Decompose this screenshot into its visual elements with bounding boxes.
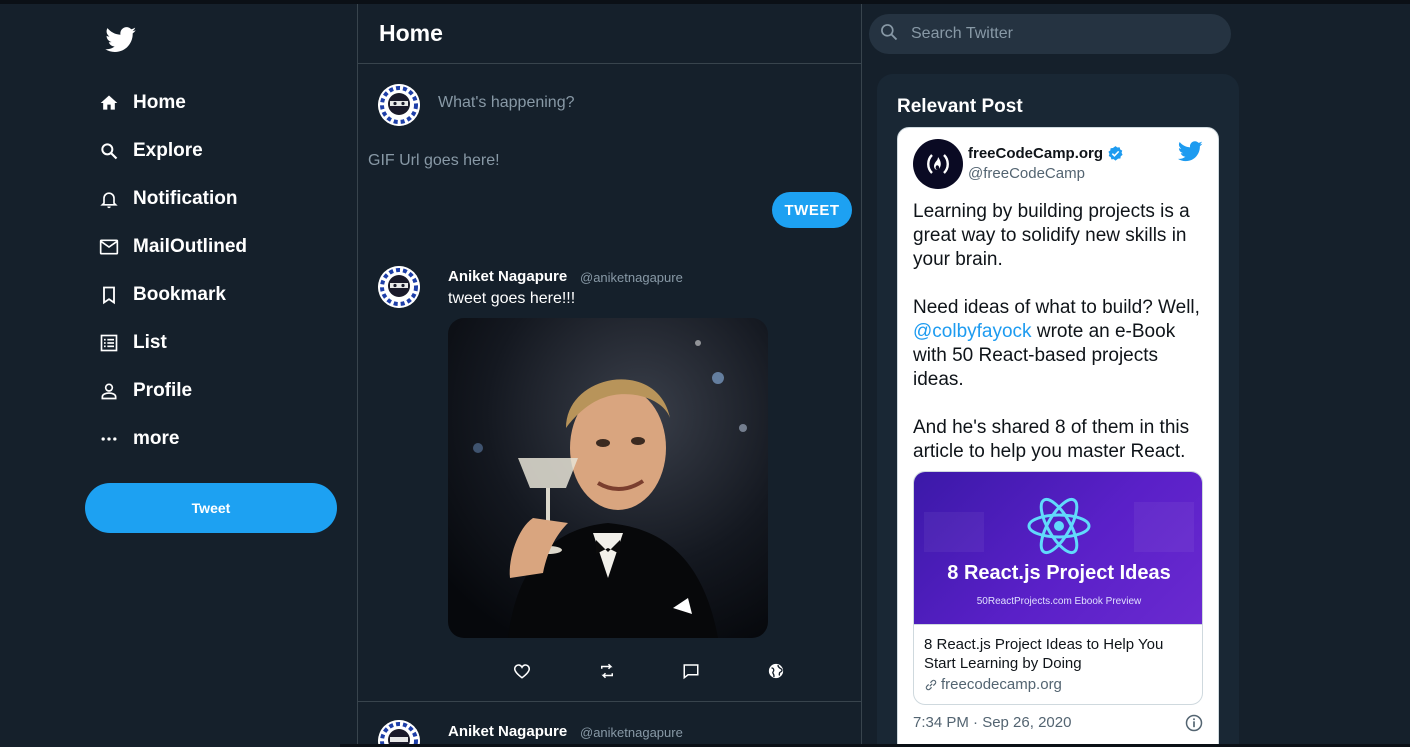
sidebar-item-bookmark[interactable]: Bookmark	[98, 277, 226, 313]
post-author-handle: @aniketnagapure	[580, 270, 683, 285]
widget-title: Relevant Post	[897, 96, 1023, 117]
mail-icon	[98, 236, 120, 258]
sidebar-item-mail[interactable]: MailOutlined	[98, 229, 247, 265]
embed-author-handle: @freeCodeCamp	[968, 165, 1085, 182]
avatar[interactable]	[378, 266, 420, 308]
link-domain-text: freecodecamp.org	[941, 676, 1062, 693]
embed-paragraph: And he's shared 8 of them in this articl…	[913, 417, 1190, 462]
mention-link[interactable]: @colbyfayock	[913, 321, 1032, 342]
link-preview-card[interactable]: 8 React.js Project Ideas 50ReactProjects…	[913, 471, 1203, 705]
search-icon	[879, 22, 899, 47]
react-logo-icon	[1027, 497, 1091, 555]
relevant-post-widget: Relevant Post freeCodeCamp.org @freeCode…	[877, 74, 1239, 747]
gif-image	[448, 318, 768, 638]
link-domain: freecodecamp.org	[924, 676, 1192, 693]
sidebar-tweet-button[interactable]: Tweet	[85, 483, 337, 533]
info-icon[interactable]	[1184, 713, 1204, 738]
comment-icon[interactable]	[680, 660, 702, 682]
search-input[interactable]	[911, 25, 1211, 43]
sidebar-item-label: List	[133, 332, 167, 353]
link-preview-meta: 8 React.js Project Ideas to Help You Sta…	[914, 624, 1202, 703]
sidebar-item-label: Home	[133, 92, 186, 113]
embed-timestamp[interactable]: 7:34 PM · Sep 26, 2020	[913, 714, 1071, 731]
heart-icon[interactable]	[511, 660, 533, 682]
person-icon	[98, 380, 120, 402]
bookmark-icon	[98, 284, 120, 306]
sidebar-item-label: Explore	[133, 140, 203, 161]
embed-author-name-text: freeCodeCamp.org	[968, 145, 1104, 162]
search-icon	[98, 140, 120, 162]
post-divider	[358, 701, 861, 702]
link-image-subtitle: 50ReactProjects.com Ebook Preview	[976, 596, 1142, 607]
embed-author-name[interactable]: freeCodeCamp.org	[968, 145, 1124, 162]
avatar[interactable]	[378, 720, 420, 747]
retweet-icon[interactable]	[596, 660, 618, 682]
verified-badge-icon	[1107, 145, 1124, 162]
twitter-bird-icon[interactable]	[105, 27, 137, 53]
search-bar[interactable]	[869, 14, 1231, 54]
twitter-bird-icon[interactable]	[1177, 141, 1203, 167]
sidebar-item-more[interactable]: more	[98, 421, 179, 457]
embed-tweet-text: Learning by building projects is a great…	[913, 200, 1208, 488]
compose-input[interactable]	[438, 94, 838, 112]
bell-icon	[98, 188, 120, 210]
compose-tweet-button[interactable]: TWEET	[772, 192, 852, 228]
embedded-tweet[interactable]: freeCodeCamp.org @freeCodeCamp Learning …	[897, 127, 1219, 747]
list-icon	[98, 332, 120, 354]
post-text: tweet goes here!!!	[448, 290, 576, 307]
post-author-name[interactable]: Aniket Nagapure	[448, 268, 567, 285]
link-image-title: 8 React.js Project Ideas	[947, 562, 1171, 584]
post-author-name[interactable]: Aniket Nagapure	[448, 723, 567, 740]
feed-header: Home	[358, 4, 861, 64]
sidebar: Home Explore Notification MailOutlined B…	[0, 0, 358, 747]
sidebar-item-label: Profile	[133, 380, 193, 401]
embed-paragraph: Need ideas of what to build? Well, @colb…	[913, 296, 1208, 392]
more-icon	[98, 428, 120, 450]
sidebar-item-notification[interactable]: Notification	[98, 181, 238, 217]
sidebar-item-list[interactable]: List	[98, 325, 167, 361]
sidebar-item-profile[interactable]: Profile	[98, 373, 192, 409]
link-title: 8 React.js Project Ideas to Help You Sta…	[924, 636, 1164, 672]
sidebar-item-label: more	[133, 428, 180, 449]
sidebar-item-label: Bookmark	[133, 284, 226, 305]
feed: Home TWEET Aniket Nagapure @aniketnagapu…	[357, 4, 862, 747]
link-icon	[924, 678, 938, 692]
sidebar-item-home[interactable]: Home	[98, 85, 186, 121]
globe-icon[interactable]	[765, 660, 787, 682]
gif-url-input[interactable]	[368, 152, 768, 170]
sidebar-item-label: Notification	[133, 188, 238, 209]
link-preview-image: 8 React.js Project Ideas 50ReactProjects…	[914, 472, 1202, 624]
avatar[interactable]	[378, 84, 420, 126]
embed-paragraph: Learning by building projects is a great…	[913, 201, 1190, 270]
sidebar-item-label: MailOutlined	[133, 236, 247, 257]
post-author-handle: @aniketnagapure	[580, 725, 683, 740]
embed-text: Need ideas of what to build? Well,	[913, 297, 1200, 318]
sidebar-item-explore[interactable]: Explore	[98, 133, 203, 169]
page-title: Home	[379, 20, 443, 46]
avatar[interactable]	[913, 139, 963, 189]
home-icon	[98, 92, 120, 114]
